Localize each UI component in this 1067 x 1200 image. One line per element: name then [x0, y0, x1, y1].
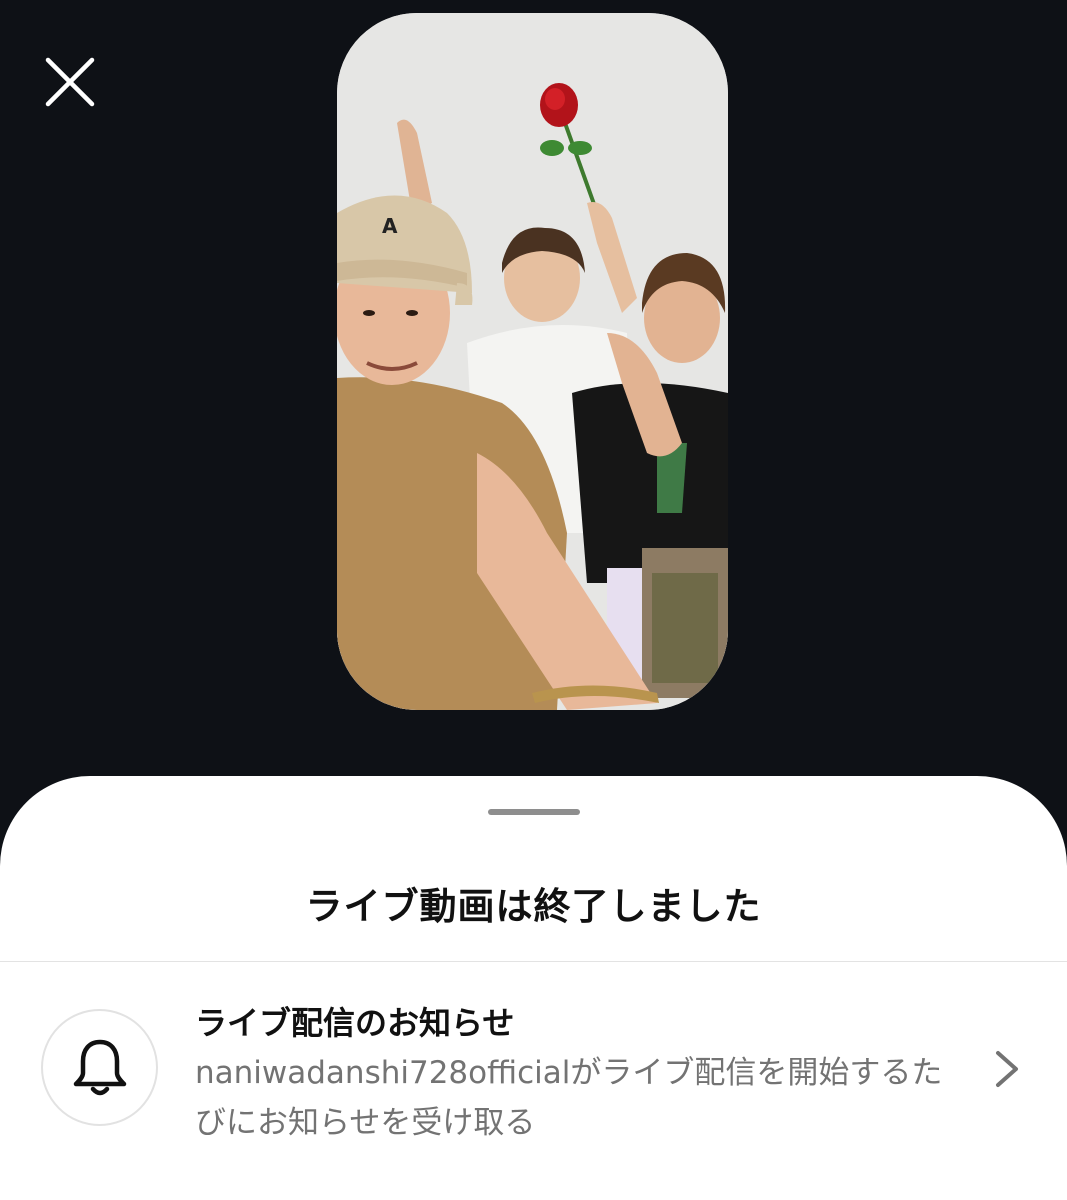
- live-ended-screen: A ライブ動画は終了しました ライブ配信のお知らせ naniwadanshi72…: [0, 0, 1067, 1200]
- live-video-thumbnail: A: [337, 13, 728, 710]
- sheet-grabber[interactable]: [488, 809, 580, 815]
- notification-title: ライブ配信のお知らせ: [195, 1004, 515, 1042]
- notification-text: ライブ配信のお知らせ naniwadanshi728officialがライブ配信…: [195, 998, 955, 1148]
- live-notification-option[interactable]: ライブ配信のお知らせ naniwadanshi728officialがライブ配信…: [0, 976, 1067, 1156]
- notification-description: naniwadanshi728officialがライブ配信を開始するたびにお知ら…: [195, 1055, 943, 1141]
- bell-icon-container: [41, 1009, 158, 1126]
- sheet-title: ライブ動画は終了しました: [305, 885, 762, 928]
- svg-text:A: A: [382, 214, 398, 238]
- bottom-sheet: ライブ動画は終了しました ライブ配信のお知らせ naniwadanshi728o…: [0, 776, 1067, 1200]
- divider: [0, 961, 1067, 962]
- chevron-right-icon: [990, 1048, 1022, 1090]
- bell-icon: [73, 1039, 126, 1095]
- live-video-preview: A: [337, 13, 728, 710]
- close-button[interactable]: [40, 52, 100, 112]
- close-icon: [45, 57, 95, 107]
